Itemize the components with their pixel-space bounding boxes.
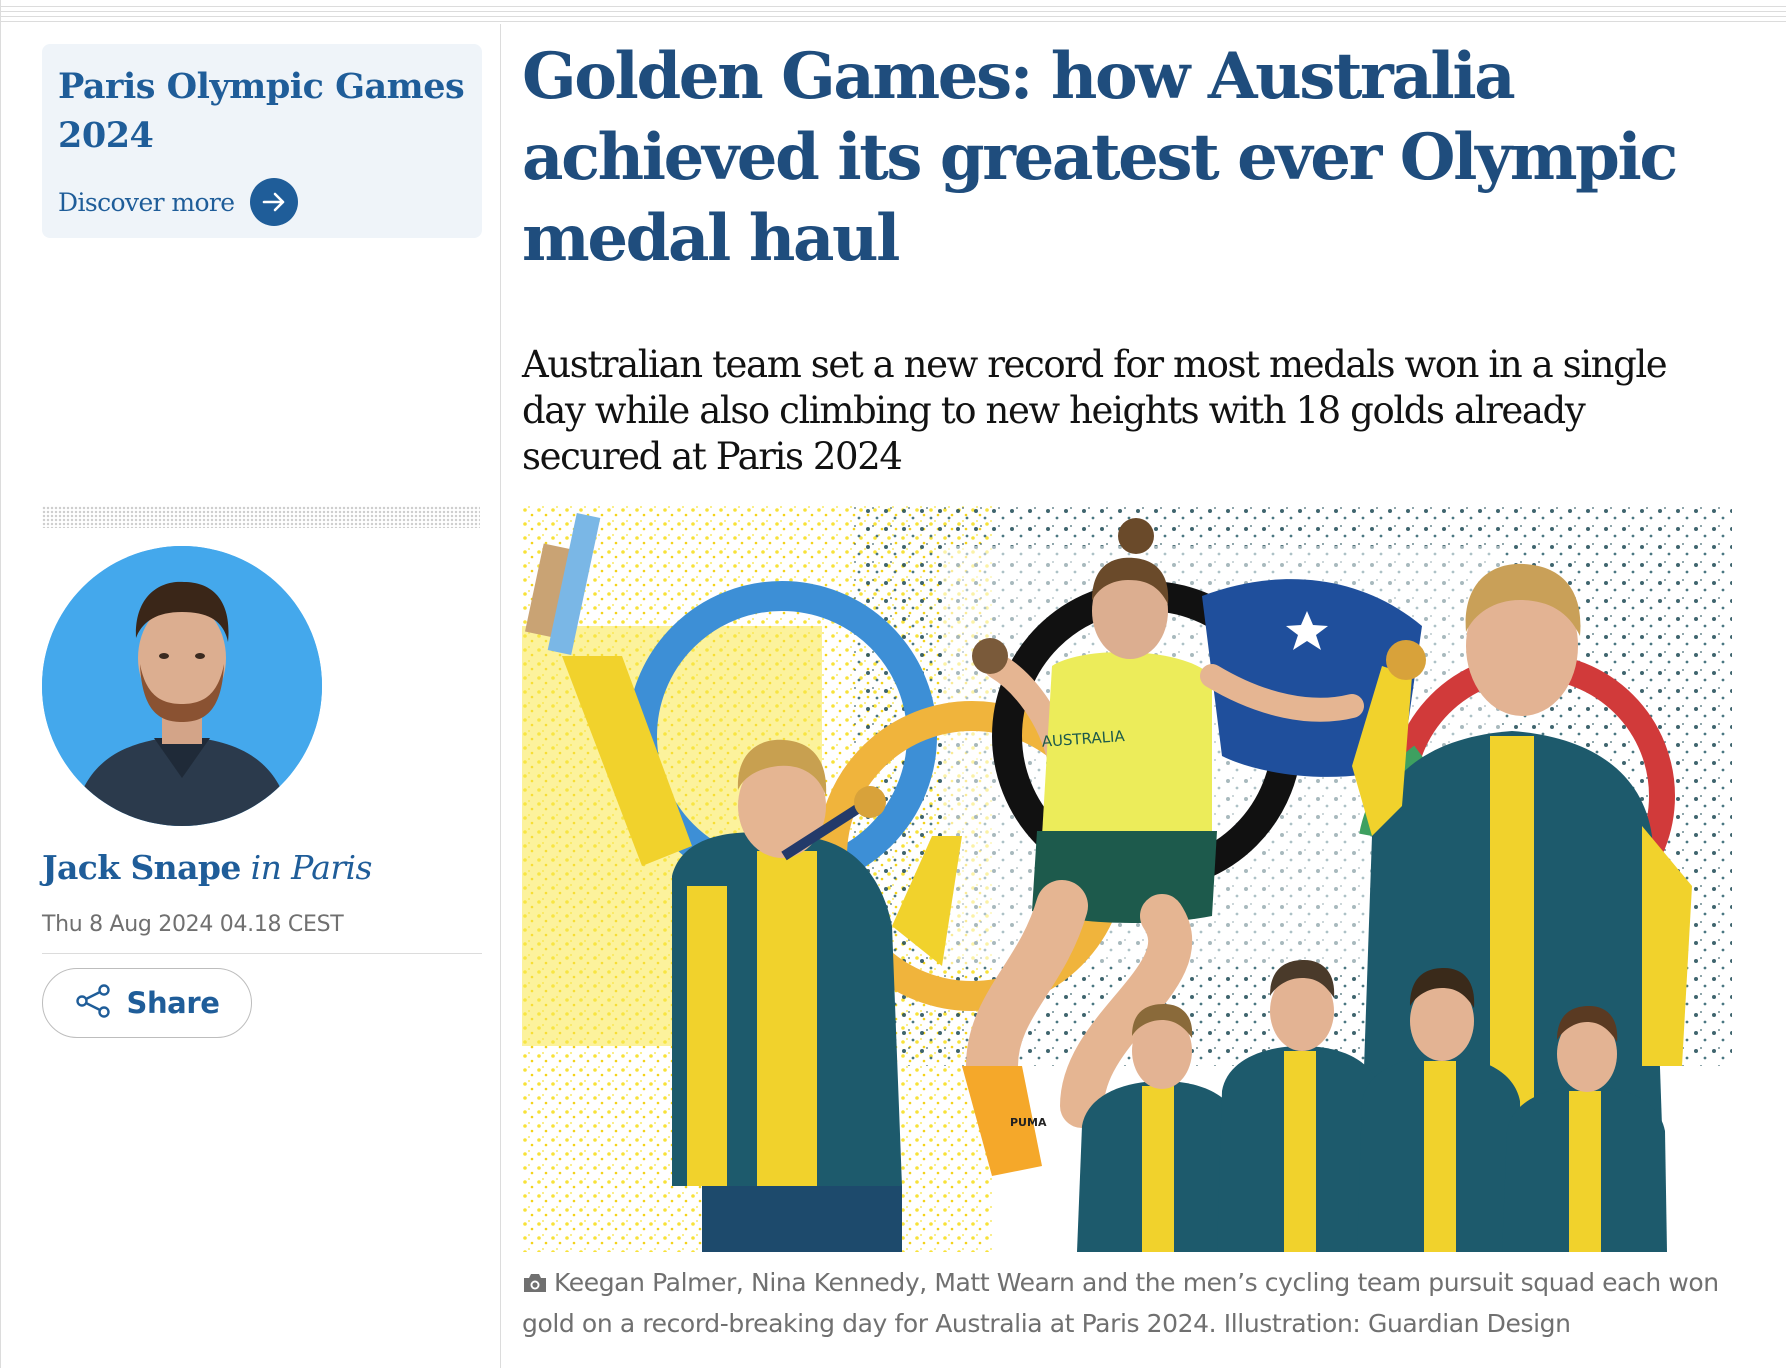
camera-icon: [522, 1267, 548, 1305]
author-name[interactable]: Jack Snape: [42, 848, 241, 887]
series-promo-card[interactable]: Paris Olympic Games 2024 Discover more: [42, 44, 482, 238]
caption-text: Keegan Palmer, Nina Kennedy, Matt Wearn …: [522, 1268, 1719, 1338]
top-rules: [0, 0, 1786, 22]
byline: Jack Snape in Paris: [42, 848, 372, 887]
author-location: in Paris: [250, 848, 373, 887]
article-headline: Golden Games: how Australia achieved its…: [522, 39, 1678, 276]
dateline: Thu 8 Aug 2024 04.18 CEST: [42, 912, 344, 937]
article-standfirst: Australian team set a new record for mos…: [522, 343, 1668, 478]
series-title: Paris Olympic Games 2024: [58, 66, 465, 156]
shoe-text: PUMA: [1010, 1116, 1047, 1129]
share-icon: [74, 984, 112, 1022]
meta-divider: [42, 953, 482, 954]
column-divider: [500, 24, 501, 1368]
author-avatar: [42, 546, 322, 826]
hero-illustration: AUSTRALIA PUMA: [522, 506, 1732, 1252]
page-left-border: [0, 0, 1, 1368]
share-label: Share: [126, 986, 220, 1020]
discover-more-label: Discover more: [58, 187, 235, 217]
discover-more-link[interactable]: Discover more: [58, 178, 299, 226]
arrow-right-icon[interactable]: [250, 178, 299, 226]
image-caption: Keegan Palmer, Nina Kennedy, Matt Wearn …: [522, 1264, 1752, 1343]
dotted-separator: [42, 506, 480, 528]
share-button[interactable]: Share: [42, 968, 252, 1038]
